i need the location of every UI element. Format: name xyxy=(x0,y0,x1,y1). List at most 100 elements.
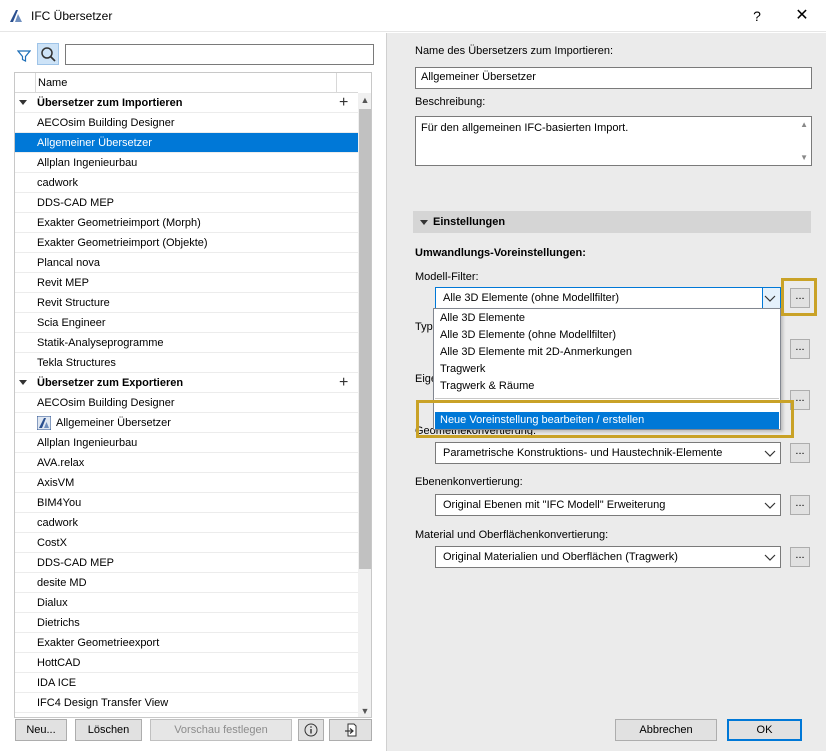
dropdown-option[interactable]: Tragwerk & Räume xyxy=(440,380,534,392)
list-item[interactable]: Plancal nova xyxy=(15,253,358,273)
list-item[interactable]: AVA.relax xyxy=(15,453,358,473)
list-item[interactable]: IDA ICE xyxy=(15,673,358,693)
settings-section-header[interactable]: Einstellungen xyxy=(413,211,811,233)
model-filter-options-button[interactable]: ... xyxy=(790,288,810,308)
list-item[interactable]: Tekla Structures xyxy=(15,353,358,373)
model-filter-dropdown-list: Alle 3D Elemente Alle 3D Elemente (ohne … xyxy=(433,308,781,430)
close-button[interactable]: ✕ xyxy=(787,4,817,28)
search-icon xyxy=(41,47,56,62)
list-item[interactable]: cadwork xyxy=(15,173,358,193)
list-item[interactable]: desite MD xyxy=(15,573,358,593)
layer-options-button[interactable]: ... xyxy=(790,495,810,515)
list-item[interactable]: cadwork xyxy=(15,513,358,533)
list-group-header[interactable]: + Übersetzer zum Importieren xyxy=(15,93,358,113)
list-item[interactable]: HottCAD xyxy=(15,653,358,673)
scroll-down-arrow-icon[interactable]: ▼ xyxy=(358,704,371,717)
geometry-conversion-select[interactable]: Parametrische Konstruktions- und Haustec… xyxy=(435,442,781,464)
export-translator-button[interactable] xyxy=(329,719,372,741)
layer-conversion-label: Ebenenkonvertierung: xyxy=(415,476,523,488)
translator-list: Name + Übersetzer zum Importieren AECOsim … xyxy=(14,72,372,718)
list-item[interactable]: Statik-Analyseprogramme xyxy=(15,333,358,353)
add-translator-icon[interactable]: + xyxy=(339,373,348,392)
collapse-triangle-icon[interactable] xyxy=(19,380,27,385)
list-item[interactable]: Exakter Geometrieexport xyxy=(15,633,358,653)
list-item[interactable]: DDS-CAD MEP xyxy=(15,553,358,573)
list-item-label: Exakter Geometrieimport (Objekte) xyxy=(37,237,208,249)
list-item-label: cadwork xyxy=(37,517,78,529)
info-button[interactable] xyxy=(298,719,324,741)
list-group-header[interactable]: + Übersetzer zum Exportieren xyxy=(15,373,358,393)
list-item-label: Plancal nova xyxy=(37,257,100,269)
delete-button[interactable]: Löschen xyxy=(75,719,142,741)
list-item[interactable]: AECOsim Building Designer xyxy=(15,113,358,133)
list-item-label: Allplan Ingenieurbau xyxy=(37,157,138,169)
filter-icon[interactable] xyxy=(17,49,31,63)
geometry-options-button[interactable]: ... xyxy=(790,443,810,463)
export-file-icon xyxy=(344,723,356,737)
list-item-label: Revit Structure xyxy=(37,297,110,309)
list-item[interactable]: Allgemeiner Übersetzer xyxy=(15,133,358,153)
set-preview-button[interactable]: Vorschau festlegen xyxy=(150,719,292,741)
list-item[interactable]: AECOsim Building Designer xyxy=(15,393,358,413)
ok-button[interactable]: OK xyxy=(727,719,802,741)
dropdown-option[interactable]: Alle 3D Elemente mit 2D-Anmerkungen xyxy=(440,346,632,358)
column-header-name[interactable]: Name xyxy=(35,73,336,93)
list-item-label: Allplan Ingenieurbau xyxy=(37,437,138,449)
list-item[interactable]: CostX xyxy=(15,533,358,553)
search-input[interactable] xyxy=(65,44,374,65)
list-item-label: Dialux xyxy=(37,597,68,609)
type-mapping-options-button[interactable]: ... xyxy=(790,339,810,359)
textarea-scroll-down-icon[interactable]: ▼ xyxy=(800,153,808,162)
cancel-button[interactable]: Abbrechen xyxy=(615,719,717,741)
material-options-button[interactable]: ... xyxy=(790,547,810,567)
translator-list-pane: Name + Übersetzer zum Importieren AECOsim … xyxy=(0,33,385,751)
model-filter-select[interactable]: Alle 3D Elemente (ohne Modellfilter) xyxy=(435,287,781,309)
edit-preset-option[interactable]: Neue Voreinstellung bearbeiten / erstell… xyxy=(435,412,779,429)
scrollbar-thumb[interactable] xyxy=(359,109,371,569)
list-item-label: IFC4 Design Transfer View xyxy=(37,697,169,709)
list-item-label: Exakter Geometrieexport xyxy=(37,637,160,649)
list-item[interactable]: Dietrichs xyxy=(15,613,358,633)
model-filter-label: Modell-Filter: xyxy=(415,271,479,283)
list-item-label: BIM4You xyxy=(37,497,82,509)
list-item[interactable]: Scia Engineer xyxy=(15,313,358,333)
list-item-label: CostX xyxy=(37,537,67,549)
list-item-label: AECOsim Building Designer xyxy=(37,117,175,129)
search-toggle-button[interactable] xyxy=(37,43,59,65)
column-header-extra xyxy=(336,73,358,93)
list-item[interactable]: Exakter Geometrieimport (Morph) xyxy=(15,213,358,233)
list-scrollbar[interactable]: ▲ ▼ xyxy=(358,93,371,717)
textarea-scroll-up-icon[interactable]: ▲ xyxy=(800,120,808,129)
dropdown-option[interactable]: Alle 3D Elemente xyxy=(440,312,525,324)
dropdown-option[interactable]: Tragwerk xyxy=(440,363,485,375)
help-button[interactable]: ? xyxy=(742,4,772,28)
list-item[interactable]: Allgemeiner Übersetzer xyxy=(15,413,358,433)
scroll-up-arrow-icon[interactable]: ▲ xyxy=(358,93,371,107)
translator-name-field[interactable]: Allgemeiner Übersetzer xyxy=(415,67,812,89)
info-icon xyxy=(304,723,318,737)
list-item[interactable]: BIM4You xyxy=(15,493,358,513)
list-item[interactable]: DDS-CAD MEP xyxy=(15,193,358,213)
list-item[interactable]: IFC4 Design Transfer View xyxy=(15,693,358,713)
list-item[interactable]: AxisVM xyxy=(15,473,358,493)
list-item[interactable]: Dialux xyxy=(15,593,358,613)
list-item-label: AECOsim Building Designer xyxy=(37,397,175,409)
list-item-label: desite MD xyxy=(37,577,87,589)
add-translator-icon[interactable]: + xyxy=(339,93,348,112)
collapse-triangle-icon[interactable] xyxy=(19,100,27,105)
chevron-down-icon xyxy=(764,554,776,561)
list-item[interactable]: Exakter Geometrieimport (Objekte) xyxy=(15,233,358,253)
list-item[interactable]: Revit MEP xyxy=(15,273,358,293)
layer-conversion-select[interactable]: Original Ebenen mit "IFC Modell" Erweite… xyxy=(435,494,781,516)
description-field[interactable]: Für den allgemeinen IFC-basierten Import… xyxy=(415,116,812,166)
list-item[interactable]: Allplan Ingenieurbau xyxy=(15,433,358,453)
new-button[interactable]: Neu... xyxy=(15,719,67,741)
dropdown-option[interactable]: Alle 3D Elemente (ohne Modellfilter) xyxy=(440,329,616,341)
list-item[interactable]: Revit Structure xyxy=(15,293,358,313)
list-item-label: AVA.relax xyxy=(37,457,85,469)
list-item[interactable]: Allplan Ingenieurbau xyxy=(15,153,358,173)
material-conversion-select[interactable]: Original Materialien und Oberflächen (Tr… xyxy=(435,546,781,568)
list-item-label: IDA ICE xyxy=(37,677,77,689)
list-item-label: Allgemeiner Übersetzer xyxy=(37,137,152,149)
properties-options-button[interactable]: ... xyxy=(790,390,810,410)
